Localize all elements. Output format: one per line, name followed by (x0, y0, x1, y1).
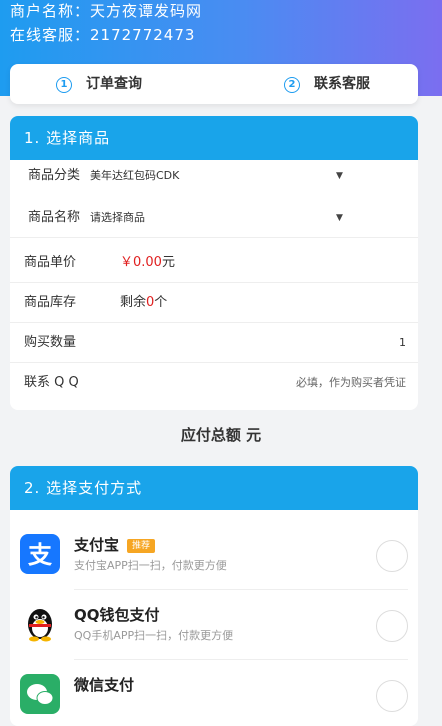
qq-input[interactable]: 必填，作为购买者凭证 (296, 363, 406, 403)
price-label: 商品单价 (24, 255, 77, 270)
service-contact: 在线客服：2172772473 (10, 26, 196, 44)
product-label: 商品名称 (28, 210, 81, 225)
divider (74, 659, 408, 660)
product-section: 1. 选择商品 商品分类 美年达红包码CDK ▼ 商品名称 请选择商品 ▼ 商品… (10, 116, 418, 410)
payment-option-alipay[interactable]: 支 支付宝 推荐 支付宝APP扫一扫，付款更方便 (10, 522, 418, 590)
tab-order-query-label: 订单查询 (86, 76, 142, 92)
merchant-name: 商户名称：天方夜谭发码网 (10, 2, 203, 20)
section-title: 2. 选择支付方式 (10, 466, 418, 510)
price-value: ￥0.00 (120, 255, 162, 270)
payment-option-wechat[interactable]: 微信支付 (10, 662, 418, 726)
stock-prefix: 剩余 (120, 295, 147, 310)
payment-radio[interactable] (376, 680, 408, 712)
price-unit: 元 (161, 255, 175, 270)
quantity-input[interactable]: 1 (399, 323, 406, 363)
stock-value-wrap: 剩余0个 (120, 283, 167, 323)
qq-label: 联系 Q Q (24, 375, 79, 390)
qq-penguin-icon (20, 604, 60, 644)
payment-radio[interactable] (376, 540, 408, 572)
payment-radio[interactable] (376, 610, 408, 642)
payment-name-wrap: 支付宝 推荐 (74, 534, 156, 555)
payment-desc: QQ手机APP扫一扫，付款更方便 (74, 629, 234, 642)
recommend-badge: 推荐 (127, 539, 156, 553)
chevron-down-icon: ▼ (336, 213, 343, 223)
divider (10, 237, 418, 238)
price-value-wrap: ￥0.00元 (120, 243, 175, 283)
qq-row: 联系 Q Q 必填，作为购买者凭证 (10, 363, 418, 403)
section-title: 1. 选择商品 (10, 116, 418, 160)
stock-label: 商品库存 (24, 295, 77, 310)
product-value: 请选择商品 (90, 211, 145, 224)
total-amount: 应付总额 元 (0, 424, 442, 445)
total-label: 应付总额 (180, 426, 241, 444)
category-label: 商品分类 (28, 168, 81, 183)
circle-two-icon: 2 (284, 77, 300, 93)
payment-option-qq[interactable]: QQ钱包支付 QQ手机APP扫一扫，付款更方便 (10, 592, 418, 660)
category-value: 美年达红包码CDK (90, 169, 180, 182)
total-unit: 元 (246, 426, 262, 444)
tab-contact-service[interactable]: 2 联系客服 (284, 64, 370, 104)
tab-bar: 1 订单查询 2 联系客服 (10, 64, 418, 104)
payment-name: 微信支付 (74, 676, 135, 694)
quantity-row: 购买数量 1 (10, 323, 418, 363)
stock-row: 商品库存 剩余0个 (10, 283, 418, 323)
quantity-label: 购买数量 (24, 335, 77, 350)
circle-one-icon: 1 (56, 77, 72, 93)
stock-suffix: 个 (154, 295, 168, 310)
alipay-icon: 支 (20, 534, 60, 574)
tab-order-query[interactable]: 1 订单查询 (56, 64, 142, 104)
svg-text:支: 支 (28, 541, 53, 569)
price-row: 商品单价 ￥0.00元 (10, 243, 418, 283)
payment-section: 2. 选择支付方式 支 支付宝 推荐 支付宝APP扫一扫，付款更方便 QQ钱包支付… (10, 466, 418, 726)
payment-name: QQ钱包支付 (74, 606, 160, 624)
chevron-down-icon: ▼ (336, 171, 343, 181)
category-select[interactable]: 商品分类 美年达红包码CDK ▼ (10, 156, 418, 196)
payment-desc: 支付宝APP扫一扫，付款更方便 (74, 559, 227, 572)
tab-contact-service-label: 联系客服 (314, 76, 370, 92)
payment-name: 支付宝 (74, 536, 120, 554)
divider (74, 589, 408, 590)
product-select[interactable]: 商品名称 请选择商品 ▼ (10, 198, 418, 238)
wechat-icon (20, 674, 60, 714)
